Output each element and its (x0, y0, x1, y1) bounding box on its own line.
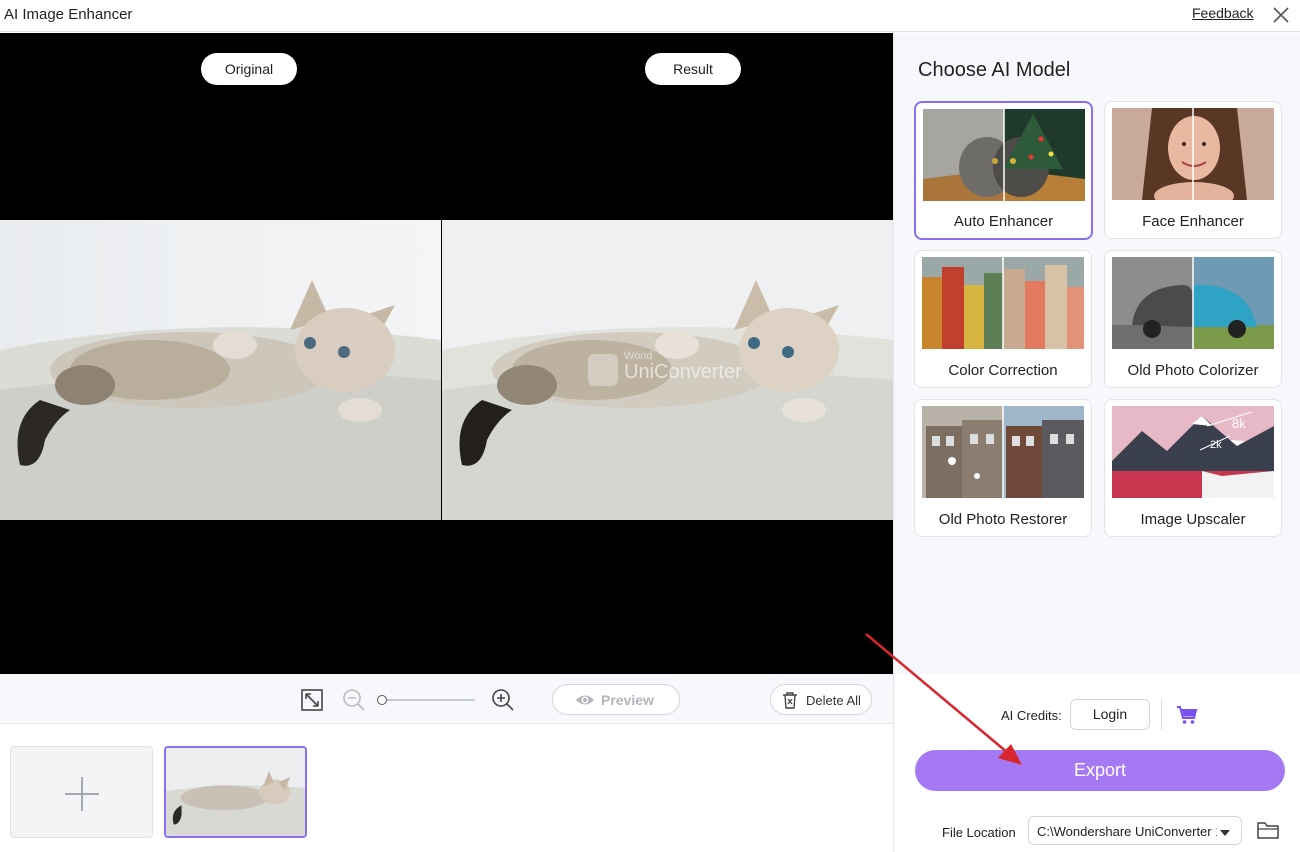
feedback-link[interactable]: Feedback (1192, 5, 1253, 21)
folder-icon[interactable] (1256, 819, 1280, 841)
model-panel: Choose AI Model Auto Enhancer Face Enhan… (893, 33, 1300, 674)
result-image: Wond UniConverter (442, 220, 893, 520)
watermark-brand-text: UniConverter (624, 361, 742, 383)
model-card-color-correction[interactable]: Color Correction (914, 250, 1092, 388)
delete-all-button[interactable]: Delete All (770, 684, 872, 715)
title-bar: AI Image Enhancer Feedback (0, 0, 1300, 32)
original-image (0, 220, 441, 520)
model-label: Image Upscaler (1140, 511, 1246, 528)
image-preview-area: Original Result Wond UniConverter (0, 33, 893, 674)
model-card-face-enhancer[interactable]: Face Enhancer (1104, 101, 1282, 239)
zoom-slider-track (381, 699, 475, 701)
zoom-out-icon[interactable] (342, 688, 366, 712)
file-location-value: C:\Wondershare UniConverter 15\AI Image … (1037, 824, 1217, 839)
preview-button[interactable]: Preview (552, 684, 680, 715)
model-card-image-upscaler[interactable]: 8k 2k Image Upscaler (1104, 399, 1282, 537)
fit-screen-icon[interactable] (300, 688, 324, 712)
image-thumbnail[interactable] (164, 746, 307, 838)
model-label: Auto Enhancer (953, 213, 1054, 230)
thumbnail-strip (0, 725, 893, 852)
zoom-slider-knob[interactable] (377, 695, 387, 705)
window-title: AI Image Enhancer (4, 6, 133, 23)
result-label: Result (645, 53, 741, 85)
watermark: Wond UniConverter (588, 350, 768, 390)
face-enhancer-image (1112, 108, 1274, 200)
plus-icon (63, 775, 101, 813)
file-location-label: File Location (942, 825, 1016, 840)
model-label: Old Photo Colorizer (1127, 362, 1259, 379)
zoom-in-icon[interactable] (491, 688, 515, 712)
export-button[interactable]: Export (915, 750, 1285, 791)
preview-toolbar: Preview Delete All (0, 674, 893, 724)
preview-button-label: Preview (601, 692, 654, 708)
image-upscaler-image: 8k 2k (1112, 406, 1274, 498)
original-label: Original (201, 53, 297, 85)
trash-icon (781, 691, 799, 709)
watermark-logo-icon (588, 354, 618, 386)
zoom-slider[interactable] (377, 694, 477, 706)
divider (1161, 700, 1162, 730)
old-photo-restorer-image (922, 406, 1084, 498)
model-card-old-photo-restorer[interactable]: Old Photo Restorer (914, 399, 1092, 537)
panel-heading: Choose AI Model (918, 59, 1071, 81)
color-correction-image (922, 257, 1084, 349)
file-location-select[interactable]: C:\Wondershare UniConverter 15\AI Image … (1028, 816, 1242, 845)
delete-all-label: Delete All (806, 693, 861, 708)
add-image-button[interactable] (10, 746, 153, 838)
ai-credits-label: AI Credits: (1001, 708, 1062, 723)
export-section: AI Credits: Login Export File Location C… (893, 674, 1300, 852)
chevron-down-icon (1219, 826, 1231, 836)
auto-enhancer-image (923, 109, 1085, 201)
old-photo-colorizer-image (1112, 257, 1274, 349)
eye-icon (575, 691, 595, 709)
upscaler-badge-8k: 8k (1232, 416, 1246, 431)
model-label: Face Enhancer (1142, 213, 1244, 230)
model-card-auto-enhancer[interactable]: Auto Enhancer (914, 101, 1093, 240)
model-label: Color Correction (948, 362, 1058, 379)
upscaler-badge-2k: 2k (1210, 439, 1222, 451)
model-label: Old Photo Restorer (938, 511, 1068, 528)
model-card-old-photo-colorizer[interactable]: Old Photo Colorizer (1104, 250, 1282, 388)
cart-icon[interactable] (1176, 704, 1198, 726)
close-icon[interactable] (1270, 4, 1292, 26)
login-button[interactable]: Login (1070, 699, 1150, 730)
